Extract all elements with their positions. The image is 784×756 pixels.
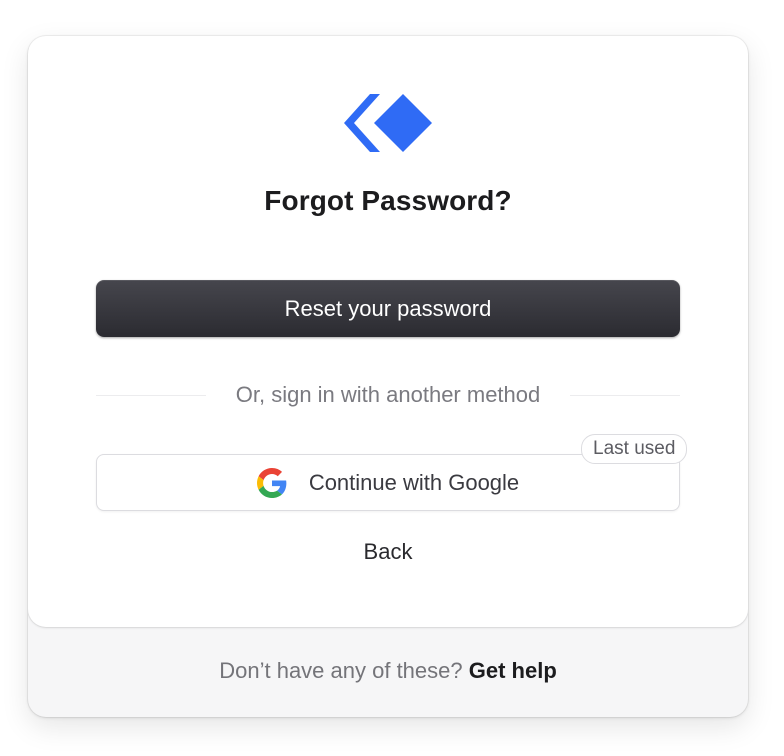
google-icon [256,467,287,498]
back-link[interactable]: Back [338,539,438,565]
reset-password-button-label: Reset your password [284,295,492,321]
divider-line-right [570,394,680,396]
last-used-badge: Last used [581,434,688,464]
page-title: Forgot Password? [264,185,512,216]
divider-line-left [96,394,206,396]
auth-card: Forgot Password? Reset your password Or,… [28,36,748,717]
divider-text: Or, sign in with another method [235,382,541,407]
method-divider: Or, sign in with another method [96,381,680,409]
brand-logo-icon [344,94,432,152]
auth-panel: Forgot Password? Reset your password Or,… [28,36,748,627]
get-help-link[interactable]: Get help [469,658,557,683]
footer-text: Don’t have any of these? [219,658,463,683]
google-button-label: Continue with Google [308,469,520,495]
footer-help: Don’t have any of these? Get help [28,658,748,684]
reset-password-button[interactable]: Reset your password [96,280,680,337]
